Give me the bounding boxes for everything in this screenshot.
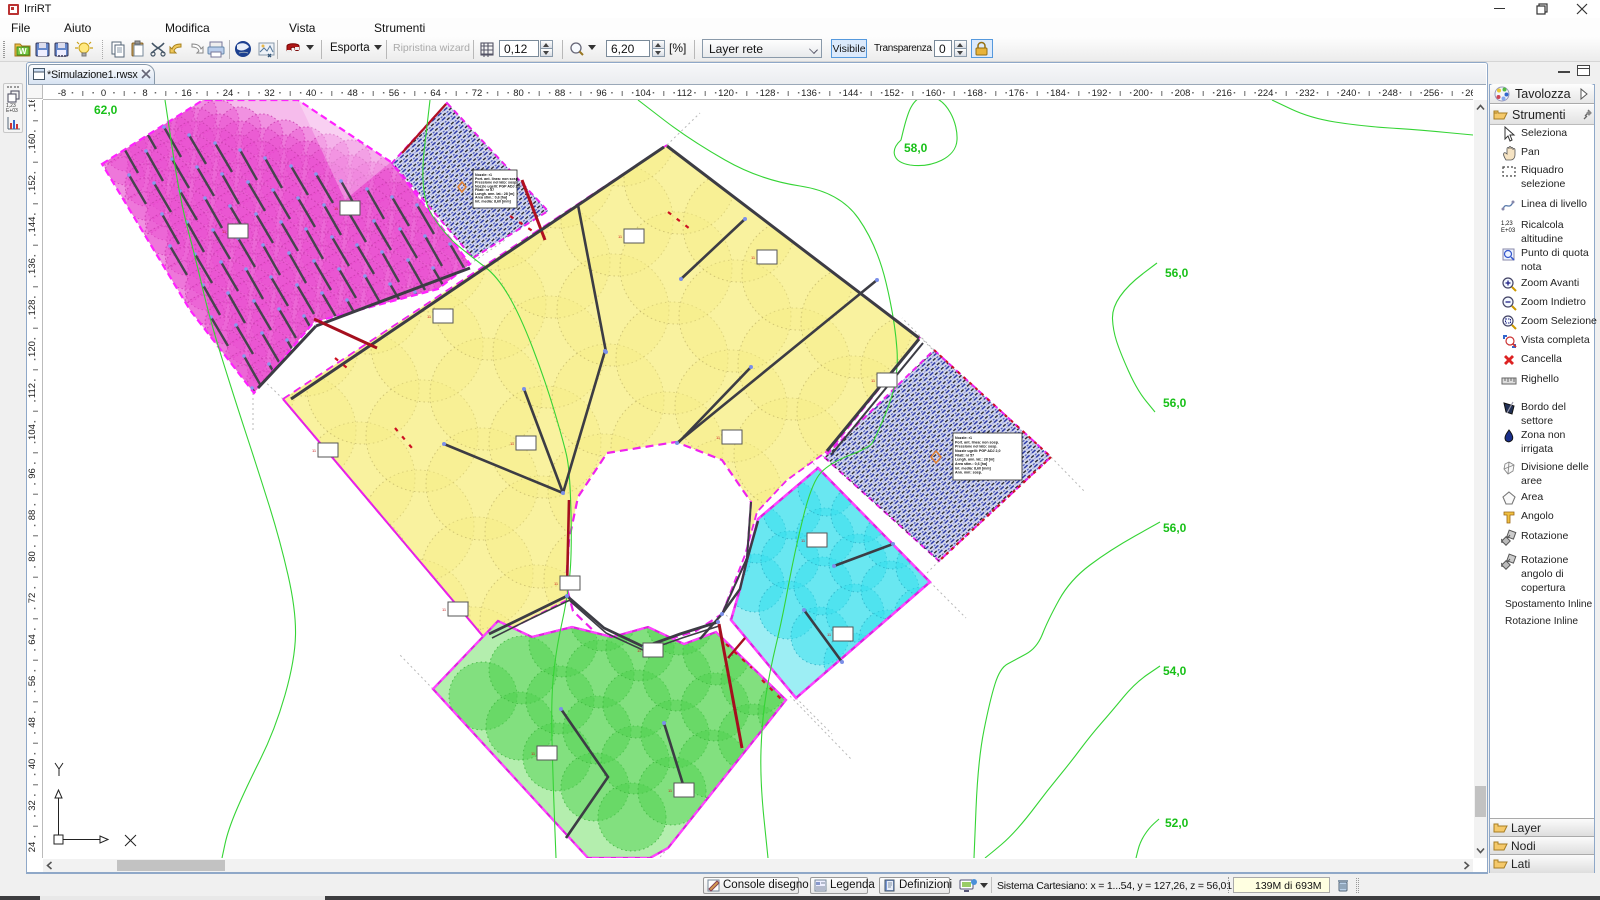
svg-text:96: 96: [27, 468, 38, 479]
svg-text:56,0: 56,0: [1163, 521, 1187, 535]
svg-text:264: 264: [1465, 88, 1473, 99]
svg-text:104: 104: [27, 424, 38, 440]
svg-text:200: 200: [1133, 88, 1149, 99]
svg-text:80: 80: [513, 88, 524, 99]
svg-text:64: 64: [430, 88, 441, 99]
svg-text:224: 224: [1258, 88, 1274, 99]
svg-text:Int. media: 8,60 [mm]: Int. media: 8,60 [mm]: [475, 199, 511, 203]
svg-text:256: 256: [1424, 88, 1440, 99]
svg-text:64: 64: [27, 634, 38, 645]
svg-text:56,0: 56,0: [1163, 396, 1187, 410]
svg-text:168: 168: [27, 100, 38, 108]
svg-text:54,0: 54,0: [1163, 664, 1187, 678]
svg-text:144: 144: [843, 88, 859, 99]
svg-text:192: 192: [1092, 88, 1108, 99]
svg-text:48: 48: [347, 88, 358, 99]
svg-text:8: 8: [142, 88, 147, 99]
svg-text:24: 24: [27, 842, 38, 853]
svg-text:120: 120: [718, 88, 734, 99]
svg-text:E+03: E+03: [1501, 228, 1516, 234]
svg-text:144: 144: [27, 217, 38, 233]
svg-text:24: 24: [223, 88, 234, 99]
svg-text:80: 80: [27, 551, 38, 562]
svg-text:184: 184: [1050, 88, 1066, 99]
svg-text:88: 88: [555, 88, 566, 99]
svg-text:208: 208: [1175, 88, 1191, 99]
svg-text:112: 112: [677, 88, 692, 99]
svg-text:32: 32: [27, 800, 38, 811]
svg-text:136: 136: [27, 258, 38, 274]
svg-text:72: 72: [27, 593, 38, 604]
svg-text:168: 168: [967, 88, 983, 99]
svg-text:W: W: [19, 47, 27, 56]
svg-text:56,0: 56,0: [1165, 266, 1189, 280]
svg-text:40: 40: [27, 759, 38, 770]
svg-text:58,0: 58,0: [904, 141, 928, 155]
svg-text:104: 104: [635, 88, 651, 99]
svg-text:160: 160: [926, 88, 942, 99]
svg-text:56: 56: [389, 88, 400, 99]
svg-text:232: 232: [1299, 88, 1315, 99]
svg-text:11: 11: [312, 448, 317, 453]
svg-text:-8: -8: [58, 88, 66, 99]
svg-text:16: 16: [181, 88, 192, 99]
svg-text:176: 176: [1009, 88, 1025, 99]
svg-text:240: 240: [1341, 88, 1357, 99]
svg-text:0: 0: [101, 88, 106, 99]
svg-text:11: 11: [442, 607, 447, 612]
svg-text:136: 136: [801, 88, 817, 99]
svg-text:48: 48: [27, 717, 38, 728]
svg-text:88: 88: [27, 510, 38, 521]
svg-text:160: 160: [27, 134, 38, 150]
svg-text:216: 216: [1216, 88, 1232, 99]
svg-text:120: 120: [27, 341, 38, 357]
svg-text:96: 96: [596, 88, 607, 99]
svg-text:62,0: 62,0: [94, 103, 118, 117]
svg-text:72: 72: [472, 88, 483, 99]
svg-text:128: 128: [27, 300, 38, 316]
svg-text:40: 40: [306, 88, 317, 99]
svg-text:1,23: 1,23: [1501, 221, 1513, 227]
svg-text:32: 32: [264, 88, 275, 99]
svg-text:248: 248: [1382, 88, 1398, 99]
svg-text:152: 152: [884, 88, 900, 99]
svg-text:128: 128: [760, 88, 776, 99]
svg-text:Ann. mm: sosp.: Ann. mm: sosp.: [955, 471, 982, 475]
svg-text:152: 152: [27, 175, 38, 191]
svg-text:56: 56: [27, 676, 38, 687]
svg-text:112: 112: [27, 383, 38, 398]
svg-text:52,0: 52,0: [1165, 816, 1189, 830]
